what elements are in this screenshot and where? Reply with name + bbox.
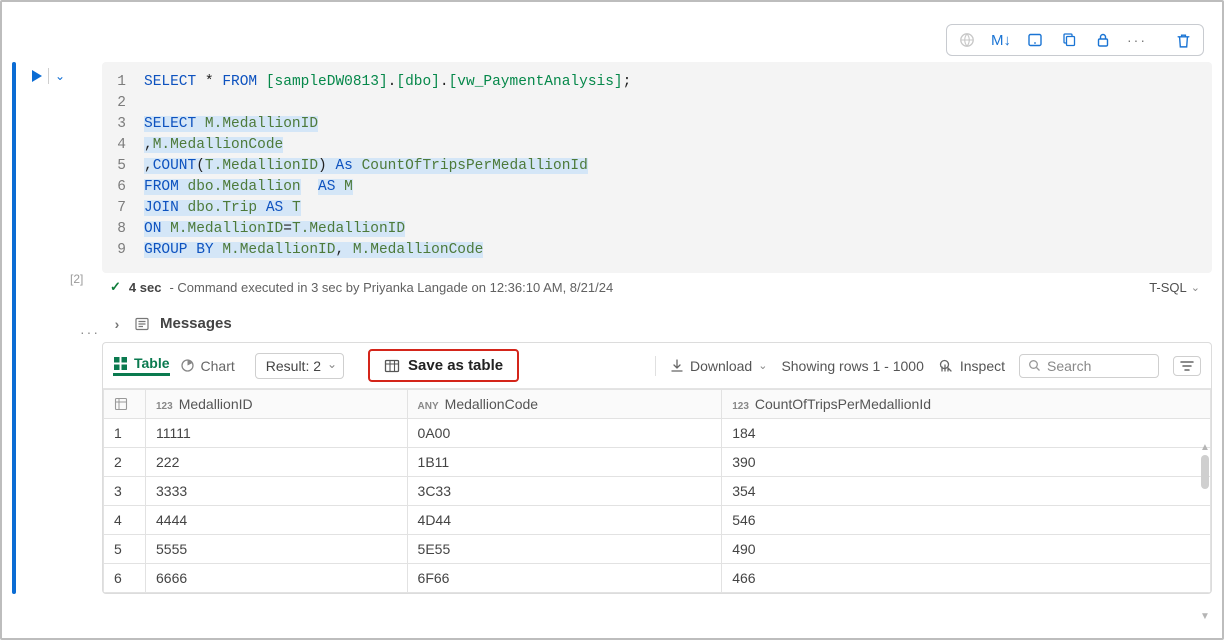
save-as-table-button[interactable]: Save as table <box>368 349 519 382</box>
table-row[interactable]: 666666F66466 <box>104 564 1211 593</box>
grid-icon <box>113 356 128 371</box>
chevron-right-icon[interactable]: › <box>110 316 124 332</box>
chart-icon <box>180 358 195 373</box>
messages-icon <box>134 316 150 332</box>
column-header[interactable]: ANYMedallionCode <box>407 390 722 419</box>
table-row[interactable]: 1111110A00184 <box>104 419 1211 448</box>
cell-toolbar: M↓ ··· <box>946 24 1204 56</box>
results-toolbar: Table Chart Result: 2 <box>103 343 1211 389</box>
filter-button[interactable] <box>1173 356 1201 376</box>
view-table-toggle[interactable]: Table <box>113 355 170 376</box>
table-row[interactable]: 444444D44546 <box>104 506 1211 535</box>
run-menu-chevron[interactable]: ⌄ <box>55 69 65 83</box>
delete-icon[interactable] <box>1169 29 1197 51</box>
column-header[interactable]: 123CountOfTripsPerMedallionId <box>722 390 1211 419</box>
execution-status: ✓ 4 sec - Command executed in 3 sec by P… <box>102 273 1212 301</box>
execution-index: [2] <box>70 272 83 286</box>
tablet-icon[interactable] <box>1021 29 1049 51</box>
row-range-label: Showing rows 1 - 1000 <box>781 358 923 374</box>
inspect-button[interactable]: Inspect <box>938 358 1005 374</box>
more-options[interactable]: ··· <box>1123 32 1151 48</box>
view-chart-toggle[interactable]: Chart <box>180 358 235 374</box>
table-row[interactable]: 22221B11390 <box>104 448 1211 477</box>
check-icon: ✓ <box>110 279 121 295</box>
table-icon <box>384 358 400 374</box>
download-button[interactable]: Download ⌄ <box>670 358 767 374</box>
results-table: 123MedallionIDANYMedallionCode123CountOf… <box>103 389 1211 593</box>
language-selector[interactable]: T-SQL ⌄ <box>1149 280 1200 295</box>
column-header[interactable]: 123MedallionID <box>146 390 408 419</box>
table-row[interactable]: 555555E55490 <box>104 535 1211 564</box>
cell-indicator <box>12 62 16 594</box>
inspect-icon <box>938 358 954 374</box>
download-icon <box>670 359 684 373</box>
output-more-options[interactable]: ··· <box>80 324 100 340</box>
copy-icon[interactable] <box>1055 29 1083 51</box>
markdown-button[interactable]: M↓ <box>987 29 1015 51</box>
result-selector[interactable]: Result: 2 <box>255 353 344 379</box>
search-icon <box>1028 359 1041 372</box>
messages-header[interactable]: › Messages <box>102 309 1212 342</box>
run-button[interactable] <box>32 70 42 82</box>
lock-icon[interactable] <box>1089 29 1117 51</box>
table-row[interactable]: 333333C33354 <box>104 477 1211 506</box>
row-corner[interactable] <box>104 390 146 419</box>
scrollbar[interactable]: ▲ ▼ <box>1200 442 1210 622</box>
globe-icon <box>953 29 981 51</box>
cell-gutter: ⌄ [2] ··· <box>20 62 102 594</box>
code-editor[interactable]: 123456789 SELECT * FROM [sampleDW0813].[… <box>102 62 1212 273</box>
results-panel: Table Chart Result: 2 <box>102 342 1212 594</box>
search-input[interactable]: Search <box>1019 354 1159 378</box>
